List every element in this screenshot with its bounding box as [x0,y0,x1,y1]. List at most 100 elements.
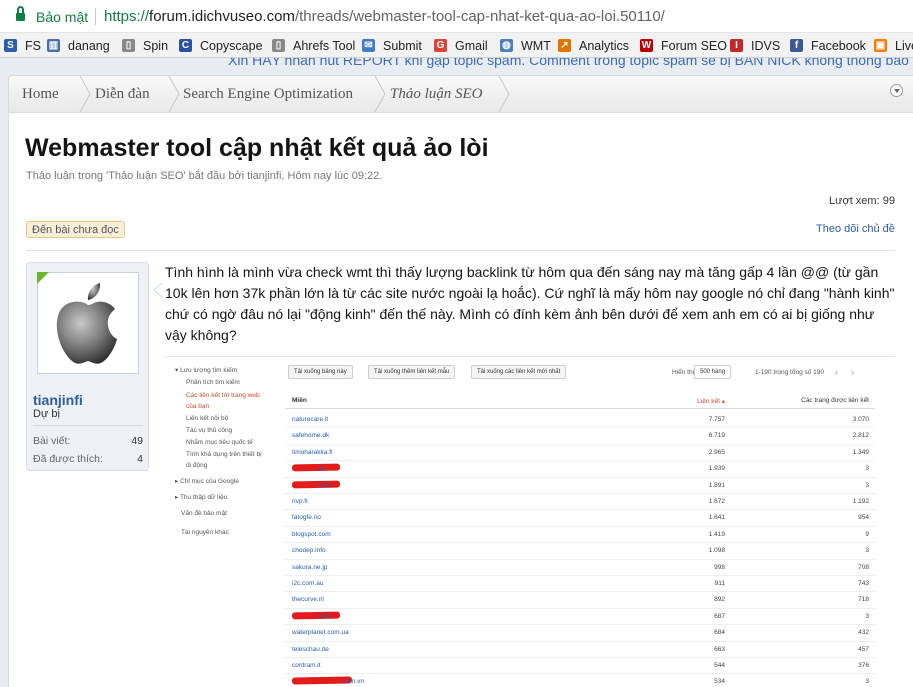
post-body: Tình hình là mình vừa check wmt thì thấy… [165,264,895,343]
row-pages: 3.070 [852,416,869,423]
breadcrumb-item[interactable]: Thảo luận SEO [390,76,483,112]
wmt-sidebar-item[interactable]: Tài nguyên khác [181,529,229,536]
row-domain[interactable]: waterplanet.com.ua [292,629,349,636]
secure-label: Bảo mật [36,9,89,25]
bookmark-forum-seo[interactable]: W Forum SEO [640,37,727,54]
bookmark-facebook[interactable]: f Facebook [790,37,866,54]
prev-icon[interactable]: ‹ [835,367,838,377]
bookmark-label: Live [895,38,913,53]
table-row: timoharakka.fi 2.965 1.349 [285,445,875,462]
bookmark-label: danang [68,38,110,53]
unread-button[interactable]: Đến bài chưa đọc [26,221,125,238]
row-domain[interactable]: com.vn [343,678,364,685]
bookmark-ahrefs-tool[interactable]: ▯ Ahrefs Tool [272,37,355,54]
bookmark-label: Submit [383,38,422,53]
download-button[interactable]: Tải xuống các liên kết mới nhất [471,365,567,379]
breadcrumb-item[interactable]: Diễn đàn [95,76,150,112]
row-pages: 1.192 [852,498,869,505]
wmt-sidebar-item[interactable]: ▸ Chỉ mục của Google [175,477,239,485]
row-domain[interactable]: .com [317,482,331,489]
wmt-sidebar-item[interactable]: ▾ Lưu lượng tìm kiếm [175,366,237,374]
download-button[interactable]: Tải xuống bảng này [288,365,353,379]
table-row: i2c.com.au 911 743 [285,576,875,593]
row-domain[interactable]: i2c.com.au [292,580,323,587]
row-domain[interactable]: fatogfe.no [292,514,321,521]
bookmark-idvs[interactable]: I IDVS [730,37,780,54]
google-icon: G [434,39,447,52]
live-icon: ▣ [874,39,887,52]
address-bar[interactable]: Bảo mật https://forum.idichvuseo.com/thr… [0,0,913,33]
wmt-sidebar-item[interactable]: Phân tích tìm kiếm [186,379,240,386]
row-domain[interactable]: blogspot.com [292,531,331,538]
range-label: 1-190 trong tổng số 190 [755,369,825,376]
jump-menu-icon[interactable] [890,84,903,97]
avatar[interactable] [37,272,139,374]
row-domain[interactable]: nvp.fr [292,498,308,505]
row-domain[interactable]: safehome.dk [292,432,329,439]
wmt-sidebar-item[interactable]: ▸ Thu thập dữ liệu [175,493,227,501]
page-icon: ▯ [122,39,135,52]
username-link[interactable]: tianjinfi [33,392,83,408]
table-row: blogspot.com 1.419 9 [285,527,875,544]
breadcrumb-item[interactable]: Home [22,76,59,112]
chart-icon: ▥ [47,39,60,52]
wmt-sidebar-item[interactable]: Liên kết nội bộ [186,415,228,422]
row-domain[interactable]: thecurve.nl [292,596,324,603]
bookmark-label: FS [25,38,41,53]
table-row: fatogfe.no 1.641 954 [285,510,875,527]
row-pages: 3 [865,678,869,686]
bookmark-copyscape[interactable]: C Copyscape [179,37,263,54]
follow-thread-link[interactable]: Theo dõi chủ đề [816,223,895,235]
row-domain[interactable]: .com [317,613,331,620]
row-links: 1.891 [708,481,725,489]
message-arrow-inner [155,283,163,297]
row-domain[interactable]: sakura.ne.jp [292,564,327,571]
row-links: 534 [714,678,725,686]
bookmark-danang[interactable]: ▥ danang [47,37,110,54]
redaction-mark [291,463,341,472]
bookmark-label: Ahrefs Tool [293,38,356,53]
next-icon[interactable]: › [851,367,854,377]
row-domain[interactable]: chodep.info [292,547,326,554]
bookmark-analytics[interactable]: ↗ Analytics [558,37,629,54]
idvs-icon: I [730,39,743,52]
bookmark-gmail[interactable]: G Gmail [434,37,488,54]
row-domain[interactable]: contram.it [292,662,321,669]
globe-icon: ◍ [500,39,513,52]
breadcrumb-item[interactable]: Search Engine Optimization [183,76,353,112]
row-pages: 376 [858,662,869,669]
breadcrumb-separator-icon [374,76,386,112]
download-button[interactable]: Tải xuống thêm liên kết mẫu [368,365,456,379]
bookmark-submit[interactable]: ✉ Submit [362,37,422,54]
table-row: com.vn 534 3 [285,674,875,687]
redaction-mark [291,480,341,489]
copyscape-icon: C [179,39,192,52]
row-pages: 457 [858,645,869,653]
wmt-sidebar-item[interactable]: Vấn đề bảo mật [181,510,227,517]
table-row: teleschau.de 663 457 [285,642,875,658]
bookmark-fs[interactable]: S FS [4,37,41,54]
row-pages: 954 [858,514,869,522]
row-domain[interactable]: .vn [317,465,326,472]
row-domain[interactable]: naturecare.it [292,416,328,423]
wmt-sidebar-item[interactable]: Các liên kết tới trang web [186,392,260,399]
rows-select[interactable]: 500 hàng [694,365,732,379]
url-text[interactable]: https://forum.idichvuseo.com/threads/web… [104,8,665,25]
row-links: 684 [714,629,725,637]
redaction-mark [291,611,341,620]
wmt-sidebar-item[interactable]: Tác vụ thủ công [186,427,232,434]
attached-image[interactable]: ▾ Lưu lượng tìm kiếm Phân tích tìm kiếm Cá… [165,356,895,687]
wmt-sidebar-item[interactable]: di động [186,462,207,469]
breadcrumb-separator-icon [79,76,91,112]
table-header: Miền Liên kết ▴ Các trang được liên kết [285,393,875,410]
wmt-sidebar-item[interactable]: của bạn [186,403,209,410]
row-domain[interactable]: teleschau.de [292,646,329,653]
row-domain[interactable]: timoharakka.fi [292,449,332,456]
bookmark-live[interactable]: ▣ Live [874,37,913,54]
bookmark-wmt[interactable]: ◍ WMT [500,37,551,54]
bookmark-spin[interactable]: ▯ Spin [122,37,168,54]
wmt-sidebar-item[interactable]: Tính khả dụng trên thiết bị [186,451,262,458]
row-pages: 708 [858,563,869,571]
wmt-sidebar-item[interactable]: Nhắm mục tiêu quốc tế [186,439,253,446]
row-pages: 9 [865,530,869,538]
